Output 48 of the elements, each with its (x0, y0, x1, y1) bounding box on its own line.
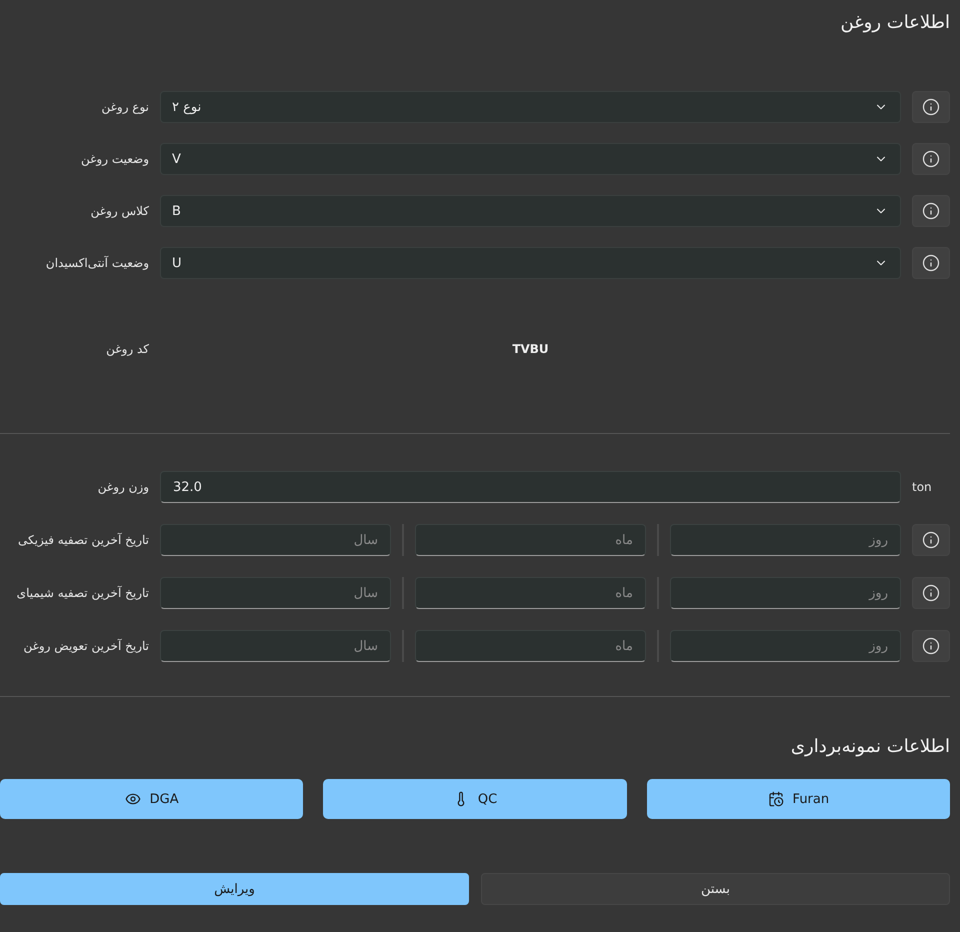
info-icon (922, 637, 940, 655)
info-icon (922, 254, 940, 272)
section-title: اطلاعات روغن (840, 11, 950, 35)
date-input[interactable]: سال (160, 577, 391, 609)
info-button[interactable] (912, 630, 950, 662)
field-label: نوع روغن (101, 100, 149, 114)
date-input[interactable]: ماه (415, 630, 646, 662)
info-button[interactable] (912, 577, 950, 609)
field-label: کلاس روغن (90, 204, 149, 218)
weight-input[interactable]: 32.0 (160, 471, 901, 503)
sample-button[interactable]: Furan (646, 779, 950, 819)
edit-button[interactable]: ویرایش (0, 873, 469, 905)
field-label: تاریخ آخرین تصفیه فیزیکی (18, 533, 149, 547)
info-icon (922, 202, 940, 220)
close-button[interactable]: بستن (481, 873, 950, 905)
info-button[interactable] (912, 247, 950, 279)
date-input[interactable]: ماه (415, 577, 646, 609)
info-button[interactable] (912, 91, 950, 123)
eye-icon (124, 791, 141, 807)
info-icon (922, 584, 940, 602)
code-value: TVBU (512, 342, 549, 356)
date-input[interactable]: سال (160, 524, 391, 556)
unit-label: ton (912, 480, 932, 494)
date-input[interactable]: روز (670, 577, 901, 609)
dropdown[interactable]: B (160, 195, 901, 227)
sample-button[interactable]: QC (323, 779, 627, 819)
info-button[interactable] (912, 195, 950, 227)
info-icon (922, 150, 940, 168)
field-label: کد روغن (106, 342, 149, 356)
field-label: وضعیت روغن (81, 152, 149, 166)
date-input[interactable]: روز (670, 630, 901, 662)
dropdown[interactable]: نوع ۲ (160, 91, 901, 123)
date-input[interactable]: ماه (415, 524, 646, 556)
info-icon (922, 531, 940, 549)
sample-button[interactable]: DGA (0, 779, 304, 819)
section-title: اطلاعات نمونه‌برداری (790, 735, 950, 759)
date-input[interactable]: روز (670, 524, 901, 556)
dropdown[interactable]: U (160, 247, 901, 279)
info-button[interactable] (912, 143, 950, 175)
field-label: وزن روغن (98, 480, 149, 494)
info-icon (922, 98, 940, 116)
calendar-clock-icon (768, 791, 784, 807)
field-label: تاریخ آخرین تعویض روغن (23, 639, 149, 653)
date-input[interactable]: سال (160, 630, 391, 662)
field-label: تاریخ آخرین تصفیه شیمیای (16, 586, 149, 600)
dropdown[interactable]: V (160, 143, 901, 175)
info-button[interactable] (912, 524, 950, 556)
field-label: وضعیت آنتی‌اکسیدان (46, 256, 149, 270)
